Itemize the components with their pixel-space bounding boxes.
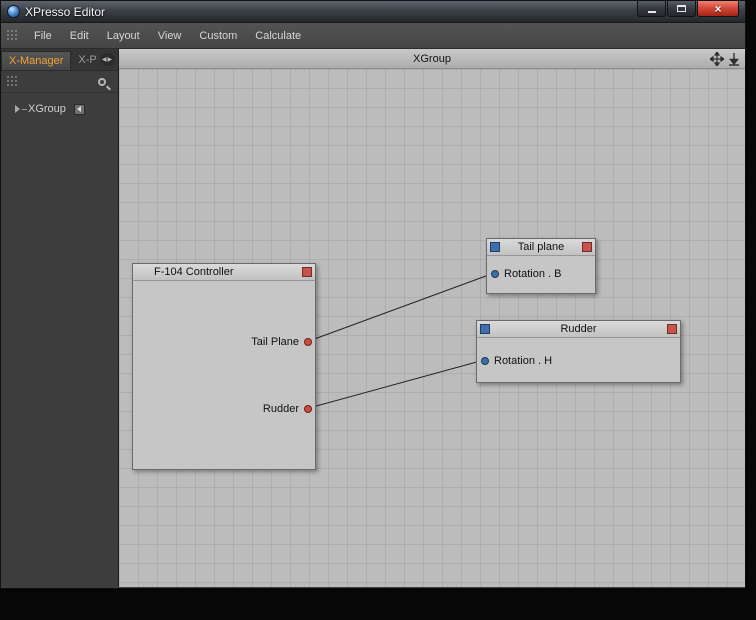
xpresso-editor-window: XPresso Editor × File Edit Layout View C…	[0, 0, 746, 589]
node-header[interactable]: Rudder	[477, 321, 680, 338]
connection-wire[interactable]	[308, 359, 485, 409]
menu-grip-icon[interactable]	[6, 29, 19, 42]
close-icon: ×	[714, 1, 722, 16]
node-f104-controller[interactable]: F-104 Controller Tail Plane Rudder	[132, 263, 316, 470]
node-title: F-104 Controller	[154, 266, 234, 278]
tab-scroller-icon[interactable]: ◀▶	[100, 53, 115, 66]
sidebar-grip-icon[interactable]	[6, 75, 19, 88]
canvas-grid[interactable]: F-104 Controller Tail Plane Rudder Tail …	[119, 69, 745, 587]
window-title: XPresso Editor	[25, 4, 106, 19]
node-header[interactable]: Tail plane	[487, 239, 595, 256]
node-title: Tail plane	[517, 241, 565, 253]
node-corner-blue-icon[interactable]	[490, 242, 500, 252]
minimize-icon	[647, 10, 656, 13]
node-editor-canvas: XGroup F-104 Controller Tail Plane Rudde…	[119, 49, 745, 587]
node-corner-red-icon[interactable]	[667, 324, 677, 334]
sidebar: X-Manager X-P ◀▶ XGroup	[1, 49, 119, 587]
node-corner-red-icon[interactable]	[582, 242, 592, 252]
node-corner-red-icon[interactable]	[302, 267, 312, 277]
port-label: Rotation . B	[504, 268, 562, 280]
input-port-dot[interactable]	[481, 357, 489, 365]
node-title: Rudder	[560, 323, 597, 335]
port-label: Tail Plane	[251, 336, 299, 348]
input-port-rotation-h: Rotation . H	[477, 353, 552, 369]
close-button[interactable]: ×	[697, 1, 739, 17]
tree-item-xgroup[interactable]: XGroup	[1, 101, 118, 117]
canvas-header-icons	[710, 52, 741, 66]
menu-calculate[interactable]: Calculate	[246, 25, 310, 47]
output-port-dot[interactable]	[304, 338, 312, 346]
menu-bar: File Edit Layout View Custom Calculate	[1, 23, 745, 49]
maximize-icon	[677, 5, 686, 12]
output-port-tail-plane: Tail Plane	[251, 334, 315, 350]
tab-x-manager[interactable]: X-Manager	[1, 51, 72, 70]
output-port-dot[interactable]	[304, 405, 312, 413]
connection-wire[interactable]	[308, 272, 495, 342]
output-port-rudder: Rudder	[263, 401, 315, 417]
menu-custom[interactable]: Custom	[190, 25, 246, 47]
expander-icon[interactable]	[15, 105, 20, 113]
menu-edit[interactable]: Edit	[61, 25, 98, 47]
window-controls: ×	[636, 1, 739, 17]
node-corner-blue-icon[interactable]	[480, 324, 490, 334]
node-rudder[interactable]: Rudder Rotation . H	[476, 320, 681, 383]
tree-item-label: XGroup	[28, 103, 66, 115]
input-port-dot[interactable]	[491, 270, 499, 278]
collapse-down-icon[interactable]	[727, 52, 741, 66]
tab-x-pool[interactable]: X-P	[71, 51, 97, 70]
input-port-rotation-b: Rotation . B	[487, 266, 561, 282]
node-header[interactable]: F-104 Controller	[133, 264, 315, 281]
sidebar-tab-row: X-Manager X-P ◀▶	[1, 49, 118, 71]
menu-view[interactable]: View	[149, 25, 191, 47]
port-label: Rudder	[262, 403, 299, 415]
titlebar[interactable]: XPresso Editor ×	[1, 1, 745, 23]
search-icon[interactable]	[98, 77, 106, 86]
pan-move-icon[interactable]	[710, 52, 724, 66]
xgroup-tree: XGroup	[1, 93, 118, 117]
xgroup-title: XGroup	[413, 52, 451, 65]
tree-branch-line	[22, 108, 27, 110]
minimize-button[interactable]	[637, 1, 666, 17]
node-tail-plane[interactable]: Tail plane Rotation . B	[486, 238, 596, 294]
tree-item-icon[interactable]	[73, 103, 85, 115]
app-icon	[7, 5, 20, 18]
port-label: Rotation . H	[494, 355, 553, 367]
maximize-button[interactable]	[667, 1, 696, 17]
canvas-header[interactable]: XGroup	[119, 49, 745, 69]
sidebar-search-row	[1, 71, 118, 93]
menu-layout[interactable]: Layout	[98, 25, 149, 47]
menu-file[interactable]: File	[25, 25, 61, 47]
